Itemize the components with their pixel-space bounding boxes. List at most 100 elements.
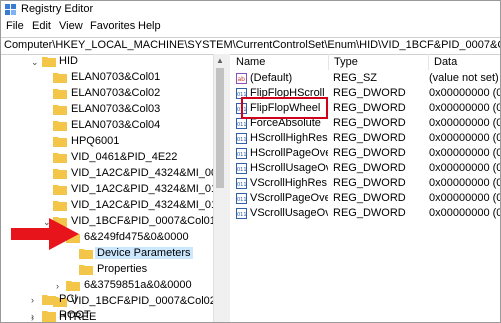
tree-item-label: Properties: [97, 263, 148, 275]
registry-editor-icon: [5, 4, 16, 15]
tree-item-label: VID_1A2C&PID_4324&MI_01&Col01: [71, 183, 222, 195]
highlight-box: [241, 97, 328, 119]
value-type: REG_DWORD: [333, 177, 406, 189]
registry-editor-window: Registry Editor File Edit View Favorites…: [0, 0, 501, 323]
svg-text:ab: ab: [238, 76, 246, 83]
folder-icon: [53, 201, 67, 211]
address-bar[interactable]: Computer\HKEY_LOCAL_MACHINE\SYSTEM\Curre…: [1, 37, 500, 55]
column-header-label: Type: [334, 56, 358, 68]
dword-value-icon: 011: [236, 133, 247, 144]
window-title: Registry Editor: [21, 3, 94, 15]
column-header-data[interactable]: Data: [428, 54, 500, 70]
menu-view[interactable]: View: [59, 20, 83, 32]
svg-text:011: 011: [237, 137, 247, 143]
tree-item-label: 6&249fd475&0&0000: [84, 231, 189, 243]
column-header-name[interactable]: Name: [230, 54, 329, 70]
column-header-type[interactable]: Type: [328, 54, 429, 70]
red-arrow-icon: [11, 218, 79, 250]
address-path[interactable]: Computer\HKEY_LOCAL_MACHINE\SYSTEM\Curre…: [4, 39, 500, 51]
value-row-default[interactable]: ab (Default) REG_SZ (value not set): [230, 71, 500, 86]
tree-item-label: HID: [59, 55, 78, 67]
dword-value-icon: 011: [236, 163, 247, 174]
menu-file[interactable]: File: [6, 20, 24, 32]
menu-edit[interactable]: Edit: [32, 20, 51, 32]
value-type: REG_DWORD: [333, 132, 406, 144]
svg-text:011: 011: [237, 197, 247, 203]
folder-icon: [79, 265, 93, 275]
tree-item-label: ELAN0703&Col02: [71, 87, 161, 99]
column-header-label: Data: [434, 56, 458, 68]
folder-icon: [53, 73, 67, 83]
collapse-icon[interactable]: ⌄: [31, 58, 39, 67]
tree-item-label: Device Parameters: [95, 247, 193, 259]
svg-text:011: 011: [237, 122, 247, 128]
value-data: 0x00000000 (0): [429, 87, 500, 99]
dword-value-icon: 011: [236, 118, 247, 129]
value-data: 0x00000000 (0): [429, 117, 500, 129]
value-name: VScrollPageOve...: [250, 192, 328, 204]
expand-icon[interactable]: ›: [31, 296, 39, 305]
svg-text:011: 011: [237, 167, 247, 173]
dword-value-icon: 011: [236, 208, 247, 219]
tree-item-label: VID_1A2C&PID_4324&MI_00: [71, 167, 218, 179]
value-data: (value not set): [429, 72, 499, 84]
value-data: 0x00000000 (0): [429, 147, 500, 159]
column-header-label: Name: [236, 56, 266, 68]
value-name: HScrollUsageOv...: [250, 162, 328, 174]
value-type: REG_DWORD: [333, 102, 406, 114]
value-row[interactable]: 011 VScrollHighRes... REG_DWORD 0x000000…: [230, 176, 500, 191]
value-name: HScrollPageOve...: [250, 147, 328, 159]
value-name: (Default): [250, 72, 293, 84]
tree-item-label: PCI: [59, 293, 78, 305]
value-row[interactable]: 011 VScrollPageOve... REG_DWORD 0x000000…: [230, 191, 500, 206]
folder-icon: [42, 295, 56, 305]
folder-icon: [66, 281, 80, 291]
values-list[interactable]: Name Type Data ab (Default) REG_SZ (valu…: [230, 54, 500, 322]
folder-icon: [42, 57, 56, 67]
tree-scrollbar[interactable]: ▲: [213, 54, 226, 322]
tree-item-label: ROOT: [59, 309, 91, 321]
scroll-up-icon[interactable]: ▲: [216, 56, 224, 65]
title-bar[interactable]: Registry Editor: [1, 1, 500, 19]
scroll-thumb[interactable]: [216, 68, 224, 188]
menu-help[interactable]: Help: [138, 20, 161, 32]
folder-icon: [53, 153, 67, 163]
tree-item-label: VID_0461&PID_4E22: [71, 151, 178, 163]
value-type: REG_DWORD: [333, 192, 406, 204]
value-type: REG_DWORD: [333, 87, 406, 99]
dword-value-icon: 011: [236, 193, 247, 204]
folder-icon: [53, 121, 67, 131]
folder-icon: [53, 137, 67, 147]
key-tree[interactable]: ⌄ HID ELAN0703&Col01 ELAN0703&Col02 ELAN…: [1, 54, 222, 322]
value-data: 0x00000000 (0): [429, 162, 500, 174]
menu-favorites[interactable]: Favorites: [90, 20, 135, 32]
tree-item-label: 6&3759851a&0&0000: [84, 279, 192, 291]
expand-icon[interactable]: ›: [31, 312, 39, 321]
value-name: HScrollHighRes...: [250, 132, 328, 144]
dword-value-icon: 011: [236, 178, 247, 189]
folder-icon: [53, 169, 67, 179]
value-data: 0x00000000 (0): [429, 207, 500, 219]
folder-icon: [53, 89, 67, 99]
tree-item-label: VID_1BCF&PID_0007&Col02: [71, 295, 216, 307]
value-row[interactable]: 011 HScrollUsageOv... REG_DWORD 0x000000…: [230, 161, 500, 176]
value-data: 0x00000000 (0): [429, 192, 500, 204]
folder-icon: [79, 249, 93, 259]
svg-text:011: 011: [237, 152, 247, 158]
value-type: REG_DWORD: [333, 162, 406, 174]
svg-text:011: 011: [237, 182, 247, 188]
value-data: 0x00000000 (0): [429, 102, 500, 114]
value-data: 0x00000000 (0): [429, 177, 500, 189]
folder-icon: [53, 185, 67, 195]
tree-item-label: ELAN0703&Col01: [71, 71, 161, 83]
value-type: REG_SZ: [333, 72, 378, 84]
value-data: 0x00000000 (0): [429, 132, 500, 144]
value-row[interactable]: 011 VScrollUsageOv... REG_DWORD 0x000000…: [230, 206, 500, 221]
expand-icon[interactable]: ›: [56, 282, 64, 291]
value-row[interactable]: 011 HScrollHighRes... REG_DWORD 0x000000…: [230, 131, 500, 146]
tree-item-label: ELAN0703&Col03: [71, 103, 161, 115]
value-type: REG_DWORD: [333, 147, 406, 159]
string-value-icon: ab: [236, 73, 247, 84]
value-row[interactable]: 011 HScrollPageOve... REG_DWORD 0x000000…: [230, 146, 500, 161]
value-type: REG_DWORD: [333, 117, 406, 129]
